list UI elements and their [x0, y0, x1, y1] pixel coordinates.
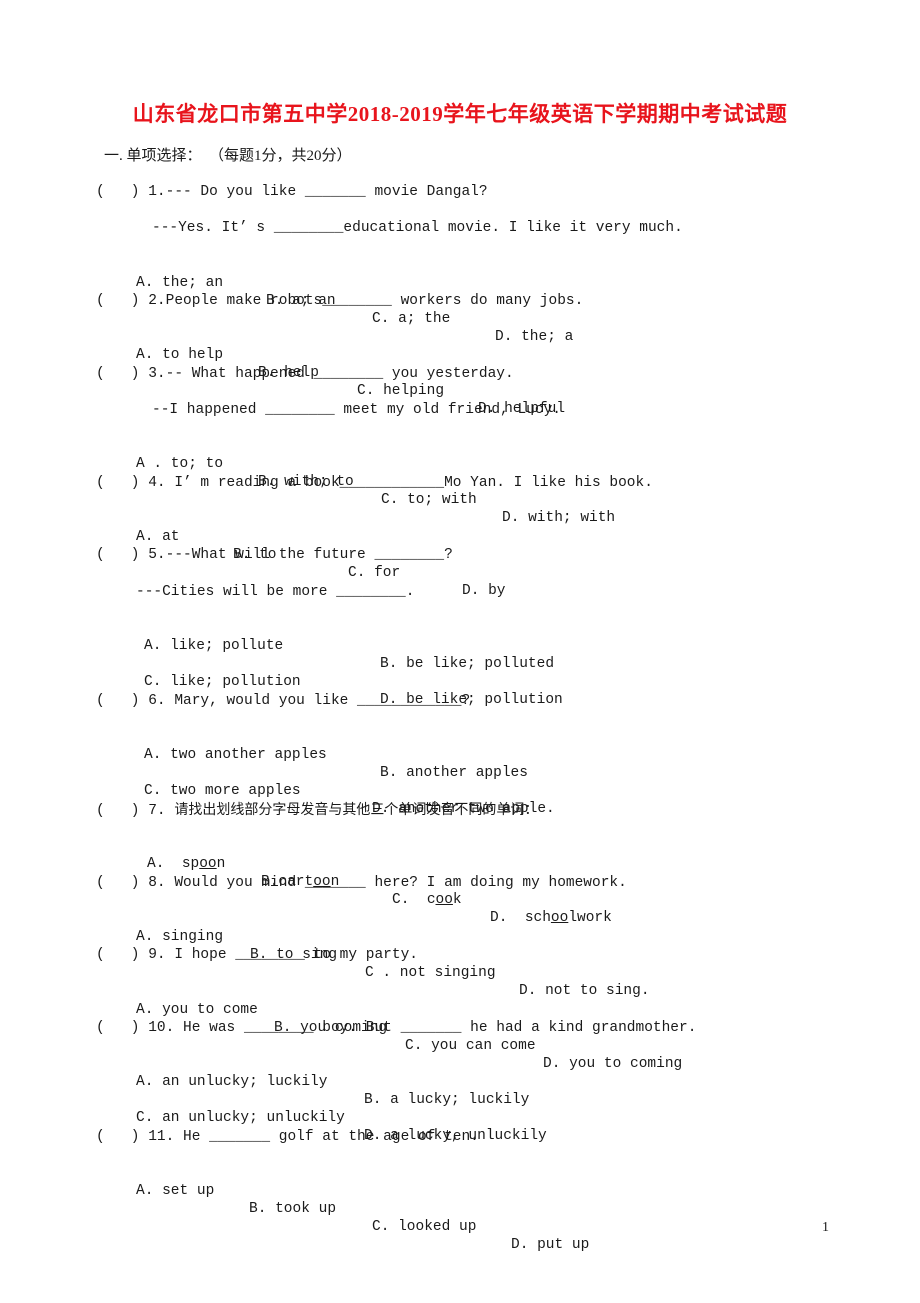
option-c: C. like; pollution	[144, 674, 301, 690]
option-c: C. two more apples	[144, 783, 301, 799]
option-a: A. set up	[136, 1183, 215, 1199]
option-a: A. singing	[136, 929, 224, 945]
question-6: ( ) 6. Mary, would you like ____________…	[96, 692, 470, 710]
answer-bracket[interactable]: ( )	[96, 184, 140, 200]
answer-bracket[interactable]: ( )	[96, 1020, 140, 1036]
question-11: ( ) 11. He _______ golf at the age of te…	[96, 1128, 479, 1146]
option-a: A. at	[136, 529, 180, 545]
section-scoring: （每题1分，共20分）	[209, 148, 352, 164]
question-11-options: A. set up B. took up C. looked up D. put…	[0, 1164, 920, 1254]
question-text: I hope ________ to my party.	[174, 947, 418, 963]
underlined-letters: oo	[199, 856, 217, 872]
option-a: A . to; to	[136, 456, 224, 472]
option-b: B. took up	[249, 1201, 337, 1217]
question-4: ( ) 4. I’ m reading a book____________Mo…	[96, 474, 653, 492]
document-title: 山东省龙口市第五中学2018-2019学年七年级英语下学期期中考试试题	[132, 102, 788, 126]
question-text: People make robots________ workers do ma…	[165, 293, 584, 309]
question-text: I’ m reading a book____________Mo Yan. I…	[174, 475, 653, 491]
option-d: D. by	[462, 583, 506, 599]
section-header: 一. 单项选择： （每题1分，共20分）	[104, 147, 352, 165]
question-3-response: --I happened ________ meet my old friend…	[152, 402, 561, 418]
question-text: Mary, would you like ____________?	[174, 693, 471, 709]
option-a: A. like; pollute	[144, 638, 284, 654]
question-number: 9.	[148, 947, 166, 963]
answer-bracket[interactable]: ( )	[96, 366, 140, 382]
question-text: Would you mind _______ here? I am doing …	[174, 875, 627, 891]
question-number: 3.	[148, 366, 166, 382]
question-text: He _______ golf at the age of ten.	[183, 1129, 479, 1145]
question-2: ( ) 2.People make robots________ workers…	[96, 292, 583, 310]
question-9: ( ) 9. I hope ________ to my party.	[96, 946, 418, 964]
option-a: A. the; an	[136, 275, 224, 291]
underlined-letters: oo	[435, 892, 453, 908]
answer-bracket[interactable]: ( )	[96, 1129, 140, 1145]
option-c: C. looked up	[372, 1219, 477, 1235]
question-10: ( ) 10. He was ________ boy. But _______…	[96, 1019, 696, 1037]
question-1: ( ) 1.--- Do you like _______ movie Dang…	[96, 183, 488, 201]
answer-bracket[interactable]: ( )	[96, 875, 140, 891]
question-text: 请找出划线部分字母发音与其他三个单词发音不同的单词：	[174, 802, 539, 818]
question-3: ( ) 3.-- What happened ________ you yest…	[96, 365, 514, 383]
question-number: 5.	[148, 547, 166, 563]
question-number: 11.	[148, 1129, 175, 1145]
question-8: ( ) 8. Would you mind _______ here? I am…	[96, 874, 627, 892]
section-label: 一. 单项选择：	[104, 148, 202, 164]
question-number: 7.	[148, 803, 166, 819]
page-number: 1	[822, 1220, 829, 1235]
option-d: D. put up	[511, 1237, 590, 1253]
option-a: A. two another apples	[144, 747, 327, 763]
option-c: C. for	[348, 565, 401, 581]
question-text: --- Do you like _______ movie Dangal?	[165, 184, 488, 200]
question-number: 4.	[148, 475, 166, 491]
question-number: 8.	[148, 875, 166, 891]
question-text: -- What happened ________ you yesterday.	[165, 366, 514, 382]
answer-bracket[interactable]: ( )	[96, 293, 140, 309]
answer-bracket[interactable]: ( )	[96, 475, 140, 491]
answer-bracket[interactable]: ( )	[96, 947, 140, 963]
answer-bracket[interactable]: ( )	[96, 803, 140, 819]
question-7: ( ) 7. 请找出划线部分字母发音与其他三个单词发音不同的单词：	[96, 801, 538, 820]
question-5-response: ---Cities will be more ________.	[136, 584, 415, 600]
question-5: ( ) 5.---What will the future ________?	[96, 546, 453, 564]
option-c: C. an unlucky; unluckily	[136, 1110, 345, 1126]
question-text: ---What will the future ________?	[165, 547, 453, 563]
question-number: 1.	[148, 184, 166, 200]
option-c: C. a; the	[372, 311, 451, 327]
option-a: A. to help	[136, 347, 224, 363]
question-number: 10.	[148, 1020, 175, 1036]
question-number: 2.	[148, 293, 166, 309]
question-number: 6.	[148, 693, 166, 709]
question-1-response: ---Yes. It’ s ________educational movie.…	[152, 220, 683, 236]
option-a: A. spoon	[147, 856, 226, 872]
answer-bracket[interactable]: ( )	[96, 547, 140, 563]
option-c: C. you can come	[405, 1038, 536, 1054]
question-text: He was ________ boy. But _______ he had …	[183, 1020, 697, 1036]
option-a: A. you to come	[136, 1002, 258, 1018]
answer-bracket[interactable]: ( )	[96, 693, 140, 709]
option-c: C. helping	[357, 383, 445, 399]
option-c: C . not singing	[365, 965, 496, 981]
option-a: A. an unlucky; luckily	[136, 1074, 328, 1090]
option-c: C. to; with	[381, 492, 477, 508]
option-c: C. cook	[392, 892, 462, 908]
